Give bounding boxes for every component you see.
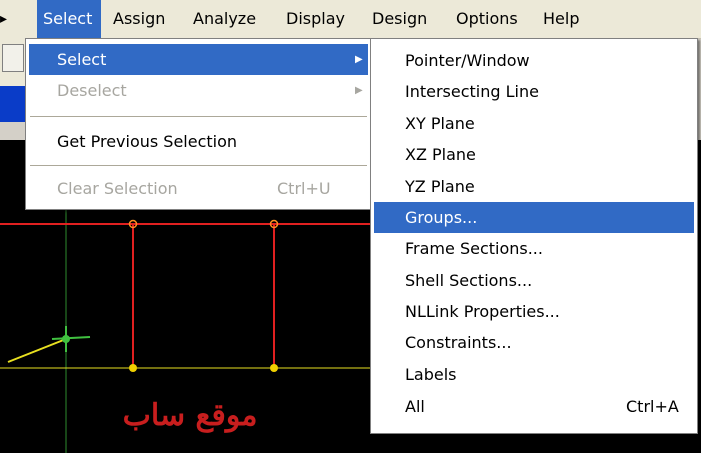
frame-element bbox=[7, 338, 67, 363]
menu-item-clear-selection[interactable]: Clear Selection Ctrl+U bbox=[29, 173, 368, 204]
select-menu: Select ▶ Deselect ▶ Get Previous Selecti… bbox=[25, 38, 372, 210]
menu-bar-edge-glyph: ▸ bbox=[0, 11, 8, 27]
menu-select[interactable]: Select bbox=[37, 0, 101, 38]
shortcut-text: Ctrl+U bbox=[277, 179, 331, 198]
menu-item-groups[interactable]: Groups... bbox=[374, 202, 694, 233]
toolbar-button[interactable] bbox=[2, 44, 24, 72]
menu-item-xz-plane[interactable]: XZ Plane bbox=[374, 139, 694, 170]
menu-item-shell-sections[interactable]: Shell Sections... bbox=[374, 265, 694, 296]
joint bbox=[129, 364, 137, 372]
menu-help[interactable]: Help bbox=[537, 0, 585, 38]
menu-item-pointer-window[interactable]: Pointer/Window bbox=[374, 45, 694, 76]
menu-options[interactable]: Options bbox=[450, 0, 524, 38]
menu-item-all[interactable]: All Ctrl+A bbox=[374, 391, 694, 422]
menu-bar: ▸ Select Assign Analyze Display Design O… bbox=[0, 0, 701, 39]
menu-item-yz-plane[interactable]: YZ Plane bbox=[374, 171, 694, 202]
select-submenu: Pointer/Window Intersecting Line XY Plan… bbox=[370, 38, 698, 434]
menu-item-deselect[interactable]: Deselect ▶ bbox=[29, 75, 368, 106]
menu-separator bbox=[30, 165, 367, 166]
menu-analyze[interactable]: Analyze bbox=[187, 0, 262, 38]
menu-item-labels[interactable]: Labels bbox=[374, 359, 694, 390]
menu-separator bbox=[30, 116, 367, 117]
menu-item-select[interactable]: Select ▶ bbox=[29, 44, 368, 75]
submenu-arrow-icon: ▶ bbox=[355, 54, 363, 65]
submenu-arrow-icon: ▶ bbox=[355, 85, 363, 96]
joint bbox=[270, 364, 278, 372]
menu-item-nllink-properties[interactable]: NLLink Properties... bbox=[374, 296, 694, 327]
menu-item-constraints[interactable]: Constraints... bbox=[374, 327, 694, 358]
toolbar-fragment bbox=[0, 38, 27, 86]
menu-item-xy-plane[interactable]: XY Plane bbox=[374, 108, 694, 139]
menu-design[interactable]: Design bbox=[366, 0, 433, 38]
menu-assign[interactable]: Assign bbox=[107, 0, 171, 38]
menu-item-get-previous-selection[interactable]: Get Previous Selection bbox=[29, 126, 368, 157]
window-titlebar-fragment bbox=[0, 86, 26, 122]
window-border-fragment bbox=[0, 122, 26, 140]
joint bbox=[62, 335, 70, 343]
menu-item-frame-sections[interactable]: Frame Sections... bbox=[374, 233, 694, 264]
watermark-text: موقع ساب bbox=[122, 398, 258, 433]
crosshair bbox=[51, 336, 91, 340]
menu-display[interactable]: Display bbox=[280, 0, 351, 38]
menu-item-intersecting-line[interactable]: Intersecting Line bbox=[374, 76, 694, 107]
shortcut-text: Ctrl+A bbox=[626, 397, 679, 416]
